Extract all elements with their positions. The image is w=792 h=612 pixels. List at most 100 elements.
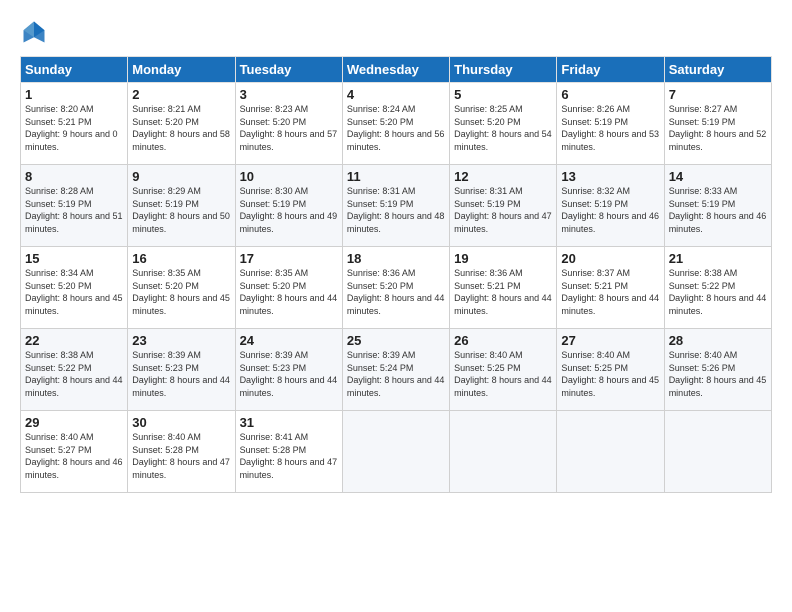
day-number: 10 — [240, 169, 338, 184]
day-info: Sunrise: 8:40 AM Sunset: 5:25 PM Dayligh… — [454, 349, 552, 399]
header — [20, 18, 772, 46]
day-info: Sunrise: 8:35 AM Sunset: 5:20 PM Dayligh… — [132, 267, 230, 317]
calendar-day-cell: 7 Sunrise: 8:27 AM Sunset: 5:19 PM Dayli… — [664, 83, 771, 165]
day-number: 21 — [669, 251, 767, 266]
day-number: 28 — [669, 333, 767, 348]
calendar-day-cell: 6 Sunrise: 8:26 AM Sunset: 5:19 PM Dayli… — [557, 83, 664, 165]
calendar-day-cell: 21 Sunrise: 8:38 AM Sunset: 5:22 PM Dayl… — [664, 247, 771, 329]
day-info: Sunrise: 8:36 AM Sunset: 5:20 PM Dayligh… — [347, 267, 445, 317]
day-number: 1 — [25, 87, 123, 102]
calendar-day-cell: 19 Sunrise: 8:36 AM Sunset: 5:21 PM Dayl… — [450, 247, 557, 329]
calendar-day-cell: 11 Sunrise: 8:31 AM Sunset: 5:19 PM Dayl… — [342, 165, 449, 247]
day-number: 31 — [240, 415, 338, 430]
calendar-day-header: Wednesday — [342, 57, 449, 83]
day-number: 26 — [454, 333, 552, 348]
calendar-day-cell: 23 Sunrise: 8:39 AM Sunset: 5:23 PM Dayl… — [128, 329, 235, 411]
calendar-day-header: Monday — [128, 57, 235, 83]
calendar-week-row: 15 Sunrise: 8:34 AM Sunset: 5:20 PM Dayl… — [21, 247, 772, 329]
day-number: 20 — [561, 251, 659, 266]
calendar-day-header: Sunday — [21, 57, 128, 83]
calendar-day-cell: 1 Sunrise: 8:20 AM Sunset: 5:21 PM Dayli… — [21, 83, 128, 165]
calendar-day-cell — [450, 411, 557, 493]
day-number: 3 — [240, 87, 338, 102]
calendar-day-cell: 17 Sunrise: 8:35 AM Sunset: 5:20 PM Dayl… — [235, 247, 342, 329]
day-number: 18 — [347, 251, 445, 266]
calendar-day-cell: 26 Sunrise: 8:40 AM Sunset: 5:25 PM Dayl… — [450, 329, 557, 411]
calendar-header-row: SundayMondayTuesdayWednesdayThursdayFrid… — [21, 57, 772, 83]
day-info: Sunrise: 8:28 AM Sunset: 5:19 PM Dayligh… — [25, 185, 123, 235]
calendar-day-cell: 10 Sunrise: 8:30 AM Sunset: 5:19 PM Dayl… — [235, 165, 342, 247]
day-number: 13 — [561, 169, 659, 184]
calendar-day-cell: 9 Sunrise: 8:29 AM Sunset: 5:19 PM Dayli… — [128, 165, 235, 247]
day-info: Sunrise: 8:31 AM Sunset: 5:19 PM Dayligh… — [347, 185, 445, 235]
day-info: Sunrise: 8:32 AM Sunset: 5:19 PM Dayligh… — [561, 185, 659, 235]
day-info: Sunrise: 8:34 AM Sunset: 5:20 PM Dayligh… — [25, 267, 123, 317]
day-number: 5 — [454, 87, 552, 102]
calendar-day-cell: 31 Sunrise: 8:41 AM Sunset: 5:28 PM Dayl… — [235, 411, 342, 493]
calendar-day-cell: 12 Sunrise: 8:31 AM Sunset: 5:19 PM Dayl… — [450, 165, 557, 247]
calendar-day-cell: 22 Sunrise: 8:38 AM Sunset: 5:22 PM Dayl… — [21, 329, 128, 411]
day-info: Sunrise: 8:40 AM Sunset: 5:28 PM Dayligh… — [132, 431, 230, 481]
day-info: Sunrise: 8:40 AM Sunset: 5:26 PM Dayligh… — [669, 349, 767, 399]
day-info: Sunrise: 8:41 AM Sunset: 5:28 PM Dayligh… — [240, 431, 338, 481]
day-info: Sunrise: 8:39 AM Sunset: 5:24 PM Dayligh… — [347, 349, 445, 399]
calendar-day-cell: 28 Sunrise: 8:40 AM Sunset: 5:26 PM Dayl… — [664, 329, 771, 411]
day-info: Sunrise: 8:25 AM Sunset: 5:20 PM Dayligh… — [454, 103, 552, 153]
day-info: Sunrise: 8:40 AM Sunset: 5:25 PM Dayligh… — [561, 349, 659, 399]
page: SundayMondayTuesdayWednesdayThursdayFrid… — [0, 0, 792, 612]
day-info: Sunrise: 8:39 AM Sunset: 5:23 PM Dayligh… — [240, 349, 338, 399]
calendar-day-header: Tuesday — [235, 57, 342, 83]
calendar-day-cell: 30 Sunrise: 8:40 AM Sunset: 5:28 PM Dayl… — [128, 411, 235, 493]
day-info: Sunrise: 8:30 AM Sunset: 5:19 PM Dayligh… — [240, 185, 338, 235]
day-number: 17 — [240, 251, 338, 266]
day-info: Sunrise: 8:36 AM Sunset: 5:21 PM Dayligh… — [454, 267, 552, 317]
day-info: Sunrise: 8:33 AM Sunset: 5:19 PM Dayligh… — [669, 185, 767, 235]
calendar-day-cell — [557, 411, 664, 493]
calendar-day-cell: 14 Sunrise: 8:33 AM Sunset: 5:19 PM Dayl… — [664, 165, 771, 247]
day-number: 6 — [561, 87, 659, 102]
day-number: 19 — [454, 251, 552, 266]
day-info: Sunrise: 8:39 AM Sunset: 5:23 PM Dayligh… — [132, 349, 230, 399]
day-info: Sunrise: 8:37 AM Sunset: 5:21 PM Dayligh… — [561, 267, 659, 317]
calendar-week-row: 1 Sunrise: 8:20 AM Sunset: 5:21 PM Dayli… — [21, 83, 772, 165]
calendar-day-cell: 20 Sunrise: 8:37 AM Sunset: 5:21 PM Dayl… — [557, 247, 664, 329]
day-number: 30 — [132, 415, 230, 430]
day-number: 24 — [240, 333, 338, 348]
calendar-week-row: 8 Sunrise: 8:28 AM Sunset: 5:19 PM Dayli… — [21, 165, 772, 247]
calendar-day-cell: 3 Sunrise: 8:23 AM Sunset: 5:20 PM Dayli… — [235, 83, 342, 165]
calendar-day-header: Friday — [557, 57, 664, 83]
logo-icon — [20, 18, 48, 46]
calendar-week-row: 29 Sunrise: 8:40 AM Sunset: 5:27 PM Dayl… — [21, 411, 772, 493]
calendar-day-header: Thursday — [450, 57, 557, 83]
day-info: Sunrise: 8:24 AM Sunset: 5:20 PM Dayligh… — [347, 103, 445, 153]
day-number: 8 — [25, 169, 123, 184]
day-number: 23 — [132, 333, 230, 348]
calendar-day-cell: 24 Sunrise: 8:39 AM Sunset: 5:23 PM Dayl… — [235, 329, 342, 411]
calendar-day-cell — [664, 411, 771, 493]
logo — [20, 18, 52, 46]
calendar-day-cell: 16 Sunrise: 8:35 AM Sunset: 5:20 PM Dayl… — [128, 247, 235, 329]
day-number: 16 — [132, 251, 230, 266]
day-info: Sunrise: 8:38 AM Sunset: 5:22 PM Dayligh… — [25, 349, 123, 399]
day-info: Sunrise: 8:31 AM Sunset: 5:19 PM Dayligh… — [454, 185, 552, 235]
day-info: Sunrise: 8:27 AM Sunset: 5:19 PM Dayligh… — [669, 103, 767, 153]
calendar-day-cell: 18 Sunrise: 8:36 AM Sunset: 5:20 PM Dayl… — [342, 247, 449, 329]
day-number: 4 — [347, 87, 445, 102]
day-number: 12 — [454, 169, 552, 184]
day-number: 7 — [669, 87, 767, 102]
calendar-day-cell: 5 Sunrise: 8:25 AM Sunset: 5:20 PM Dayli… — [450, 83, 557, 165]
day-info: Sunrise: 8:29 AM Sunset: 5:19 PM Dayligh… — [132, 185, 230, 235]
calendar-table: SundayMondayTuesdayWednesdayThursdayFrid… — [20, 56, 772, 493]
day-info: Sunrise: 8:40 AM Sunset: 5:27 PM Dayligh… — [25, 431, 123, 481]
day-number: 29 — [25, 415, 123, 430]
calendar-day-cell: 4 Sunrise: 8:24 AM Sunset: 5:20 PM Dayli… — [342, 83, 449, 165]
day-info: Sunrise: 8:26 AM Sunset: 5:19 PM Dayligh… — [561, 103, 659, 153]
day-number: 9 — [132, 169, 230, 184]
calendar-day-cell: 8 Sunrise: 8:28 AM Sunset: 5:19 PM Dayli… — [21, 165, 128, 247]
calendar-day-cell: 27 Sunrise: 8:40 AM Sunset: 5:25 PM Dayl… — [557, 329, 664, 411]
day-info: Sunrise: 8:21 AM Sunset: 5:20 PM Dayligh… — [132, 103, 230, 153]
calendar-day-cell: 25 Sunrise: 8:39 AM Sunset: 5:24 PM Dayl… — [342, 329, 449, 411]
day-info: Sunrise: 8:35 AM Sunset: 5:20 PM Dayligh… — [240, 267, 338, 317]
day-number: 2 — [132, 87, 230, 102]
calendar-week-row: 22 Sunrise: 8:38 AM Sunset: 5:22 PM Dayl… — [21, 329, 772, 411]
